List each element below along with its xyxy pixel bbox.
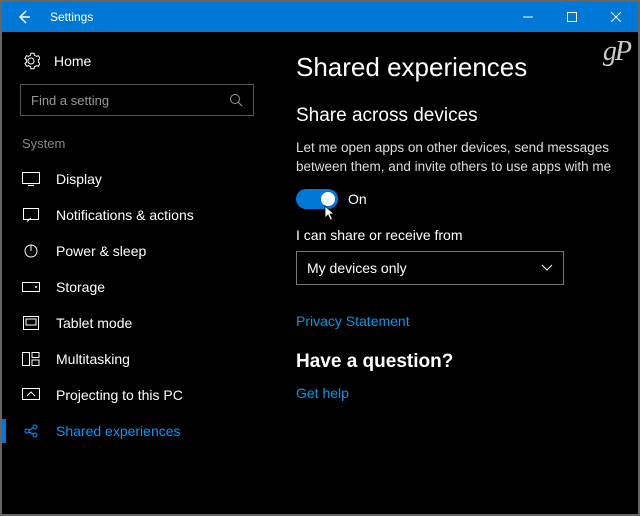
nav-label: Multitasking: [56, 351, 130, 367]
share-toggle[interactable]: [296, 189, 338, 209]
projecting-icon: [22, 388, 40, 402]
nav-power-sleep[interactable]: Power & sleep: [2, 233, 272, 269]
main-panel: gP Shared experiences Share across devic…: [272, 32, 638, 514]
nav-notifications[interactable]: Notifications & actions: [2, 197, 272, 233]
gear-icon: [22, 52, 40, 70]
search-input[interactable]: Find a setting: [20, 84, 254, 116]
search-icon: [229, 93, 243, 107]
nav-label: Projecting to this PC: [56, 387, 183, 403]
nav-label: Shared experiences: [56, 423, 181, 439]
get-help-link[interactable]: Get help: [296, 385, 349, 401]
watermark: gP: [603, 36, 630, 68]
share-from-dropdown[interactable]: My devices only: [296, 251, 564, 285]
page-title: Shared experiences: [296, 52, 614, 83]
tablet-icon: [22, 316, 40, 330]
nav-label: Display: [56, 171, 102, 187]
category-label: System: [2, 136, 272, 161]
nav-label: Power & sleep: [56, 243, 146, 259]
title-bar: Settings: [2, 2, 638, 32]
power-icon: [22, 243, 40, 259]
section-share-across: Share across devices: [296, 105, 614, 127]
minimize-button[interactable]: [506, 2, 550, 32]
sidebar: Home Find a setting System Display Notif…: [2, 32, 272, 514]
chevron-down-icon: [541, 264, 553, 272]
maximize-icon: [567, 12, 577, 22]
toggle-row: On: [296, 189, 614, 209]
notifications-icon: [22, 208, 40, 222]
share-from-label: I can share or receive from: [296, 227, 614, 243]
storage-icon: [22, 282, 40, 292]
nav-projecting[interactable]: Projecting to this PC: [2, 377, 272, 413]
back-button[interactable]: [2, 2, 46, 32]
toggle-state-label: On: [348, 191, 367, 207]
nav-multitasking[interactable]: Multitasking: [2, 341, 272, 377]
home-label: Home: [54, 53, 91, 69]
search-placeholder: Find a setting: [31, 93, 229, 108]
nav-display[interactable]: Display: [2, 161, 272, 197]
question-heading: Have a question?: [296, 351, 614, 373]
arrow-left-icon: [16, 9, 32, 25]
close-icon: [611, 12, 621, 22]
nav-label: Tablet mode: [56, 315, 132, 331]
multitasking-icon: [22, 352, 40, 366]
nav-label: Storage: [56, 279, 105, 295]
dropdown-value: My devices only: [307, 260, 407, 276]
nav-label: Notifications & actions: [56, 207, 194, 223]
privacy-link[interactable]: Privacy Statement: [296, 313, 410, 329]
maximize-button[interactable]: [550, 2, 594, 32]
share-description: Let me open apps on other devices, send …: [296, 139, 614, 177]
settings-window: Settings Home Find a setting: [2, 2, 638, 514]
display-icon: [22, 172, 40, 186]
window-title: Settings: [46, 10, 506, 24]
minimize-icon: [523, 12, 533, 22]
nav-tablet-mode[interactable]: Tablet mode: [2, 305, 272, 341]
shared-icon: [22, 423, 40, 439]
close-button[interactable]: [594, 2, 638, 32]
content-area: Home Find a setting System Display Notif…: [2, 32, 638, 514]
home-button[interactable]: Home: [2, 46, 272, 84]
nav-storage[interactable]: Storage: [2, 269, 272, 305]
nav-shared-experiences[interactable]: Shared experiences: [2, 413, 272, 449]
